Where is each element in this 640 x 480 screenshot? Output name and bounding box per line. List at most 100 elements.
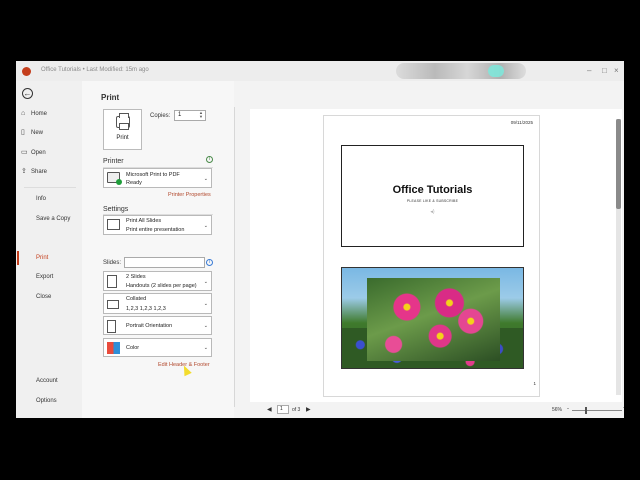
nav-open-label: Open xyxy=(31,150,46,156)
printer-name: Microsoft Print to PDF xyxy=(126,172,180,178)
settings-heading: Settings xyxy=(103,206,129,213)
home-icon: ⌂ xyxy=(21,110,26,117)
nav-home-label: Home xyxy=(31,111,48,117)
zoom-slider-thumb[interactable] xyxy=(585,407,587,414)
nav-open[interactable]: ▭ Open xyxy=(21,147,46,159)
scrollbar-thumb[interactable] xyxy=(616,119,621,209)
page-total: of 3 xyxy=(292,407,301,413)
slides-input[interactable] xyxy=(124,257,205,268)
print-button-label: Print xyxy=(116,135,129,141)
copies-stepper[interactable]: 1 ▲ ▼ xyxy=(174,110,206,121)
print-preview: 09/11/2025 Office Tutorials PLEASE LIKE … xyxy=(250,109,622,402)
slide1-title: Office Tutorials xyxy=(392,184,473,196)
color-dropdown[interactable]: Color ⌄ xyxy=(103,338,212,357)
powerpoint-logo-icon xyxy=(22,67,31,76)
nav-share[interactable]: ⇪ Share xyxy=(21,166,47,178)
pane-divider xyxy=(234,107,235,407)
nav-account[interactable]: Account xyxy=(36,375,58,387)
slides-range-value: Print All Slides xyxy=(126,218,162,224)
slides-range-sub: Print entire presentation xyxy=(126,227,185,233)
preview-page: 09/11/2025 Office Tutorials PLEASE LIKE … xyxy=(323,115,540,397)
maximize-icon[interactable]: □ xyxy=(602,66,607,76)
slides-icon xyxy=(107,219,120,230)
share-icon: ⇪ xyxy=(21,168,27,175)
slide-thumbnail-2 xyxy=(341,267,524,369)
powerpoint-window: Office Tutorials • Last Modified: 15m ag… xyxy=(16,61,624,418)
chevron-down-icon: ⌄ xyxy=(203,279,208,285)
nav-print[interactable]: Print xyxy=(36,252,48,264)
document-title: Office Tutorials • Last Modified: 15m ag… xyxy=(41,67,149,73)
nav-new[interactable]: ▯ New xyxy=(21,127,43,139)
previous-page-icon[interactable]: ◀ xyxy=(267,406,272,413)
collate-icon xyxy=(107,300,119,309)
zoom-level[interactable]: 56% xyxy=(552,407,562,413)
printer-properties-link[interactable]: Printer Properties xyxy=(168,192,211,198)
print-button[interactable]: Print xyxy=(103,109,142,150)
zoom-slider[interactable] xyxy=(572,410,622,411)
orientation-dropdown[interactable]: Portrait Orientation ⌄ xyxy=(103,316,212,335)
minimize-icon[interactable]: – xyxy=(587,66,591,76)
back-arrow-icon[interactable]: ← xyxy=(22,88,33,99)
header-date: 09/11/2025 xyxy=(510,120,533,125)
slide2-flower-image xyxy=(367,278,500,361)
printer-icon xyxy=(115,113,130,130)
printer-dropdown[interactable]: Microsoft Print to PDF Ready ⌄ xyxy=(103,168,212,188)
preview-scrollbar[interactable] xyxy=(616,119,621,395)
nav-close[interactable]: Close xyxy=(36,291,51,303)
page-number: 1 xyxy=(533,381,536,386)
layout-sub: Handouts (2 slides per page) xyxy=(126,283,197,289)
zoom-in-icon[interactable]: + xyxy=(623,406,624,412)
handout-layout-icon xyxy=(107,275,117,288)
nav-options[interactable]: Options xyxy=(36,395,57,407)
slide1-subtitle: PLEASE LIKE & SUBSCRIBE xyxy=(406,199,459,203)
nav-divider xyxy=(24,187,76,188)
print-settings-pane: Print Print Copies: 1 ▲ ▼ Printer i Micro… xyxy=(82,81,234,418)
backstage-nav: ← ⌂ Home ▯ New ▭ Open ⇪ Share Info Save a Co… xyxy=(16,81,82,418)
spin-arrows-icon[interactable]: ▲ ▼ xyxy=(199,111,203,119)
portrait-icon xyxy=(107,320,116,333)
nav-new-label: New xyxy=(31,130,44,136)
new-doc-icon: ▯ xyxy=(21,129,25,136)
info-icon[interactable]: i xyxy=(206,156,213,163)
chevron-down-icon: ⌄ xyxy=(203,323,208,329)
chevron-down-icon: ⌄ xyxy=(203,345,208,351)
slides-info-icon[interactable]: i xyxy=(206,259,213,266)
chevron-down-icon: ⌄ xyxy=(203,176,208,182)
orientation-value: Portrait Orientation xyxy=(126,323,173,329)
page-input[interactable]: 1 xyxy=(277,405,289,414)
title-bar-highlight xyxy=(488,65,504,77)
preview-status-bar: ◀ 1 of 3 ▶ 56% - + xyxy=(250,402,624,416)
collate-sub: 1,2,3 1,2,3 1,2,3 xyxy=(126,306,166,312)
print-heading: Print xyxy=(101,93,120,102)
layout-dropdown[interactable]: 2 Slides Handouts (2 slides per page) ⌄ xyxy=(103,271,212,291)
speaker-icon: ◂) xyxy=(430,209,435,215)
next-page-icon[interactable]: ▶ xyxy=(306,406,311,413)
slides-label: Slides: xyxy=(103,260,122,266)
active-indicator xyxy=(17,251,19,265)
printer-status: Ready xyxy=(126,180,142,186)
slide-thumbnail-1: Office Tutorials PLEASE LIKE & SUBSCRIBE… xyxy=(341,145,524,247)
chevron-down-icon: ⌄ xyxy=(203,223,208,229)
slides-range-dropdown[interactable]: Print All Slides Print entire presentati… xyxy=(103,215,212,235)
nav-export[interactable]: Export xyxy=(36,271,53,283)
ready-check-icon xyxy=(116,179,122,185)
collate-value: Collated xyxy=(126,296,147,302)
nav-save-a-copy[interactable]: Save a Copy xyxy=(36,213,70,225)
nav-info[interactable]: Info xyxy=(36,193,46,205)
collate-dropdown[interactable]: Collated 1,2,3 1,2,3 1,2,3 ⌄ xyxy=(103,293,212,314)
printer-heading: Printer xyxy=(103,158,124,165)
title-bar: Office Tutorials • Last Modified: 15m ag… xyxy=(16,61,624,81)
color-value: Color xyxy=(126,345,140,351)
folder-icon: ▭ xyxy=(21,149,28,156)
copies-value: 1 xyxy=(178,112,182,118)
copies-label: Copies: xyxy=(150,113,171,119)
printer-status-icon xyxy=(107,172,122,185)
zoom-out-icon[interactable]: - xyxy=(567,406,569,412)
chevron-down-icon: ⌄ xyxy=(203,301,208,307)
color-icon xyxy=(107,342,120,354)
title-bar-decoration xyxy=(396,63,526,79)
layout-value: 2 Slides xyxy=(126,274,146,280)
nav-share-label: Share xyxy=(31,169,48,175)
close-window-icon[interactable]: × xyxy=(614,66,619,76)
nav-home[interactable]: ⌂ Home xyxy=(21,108,47,120)
